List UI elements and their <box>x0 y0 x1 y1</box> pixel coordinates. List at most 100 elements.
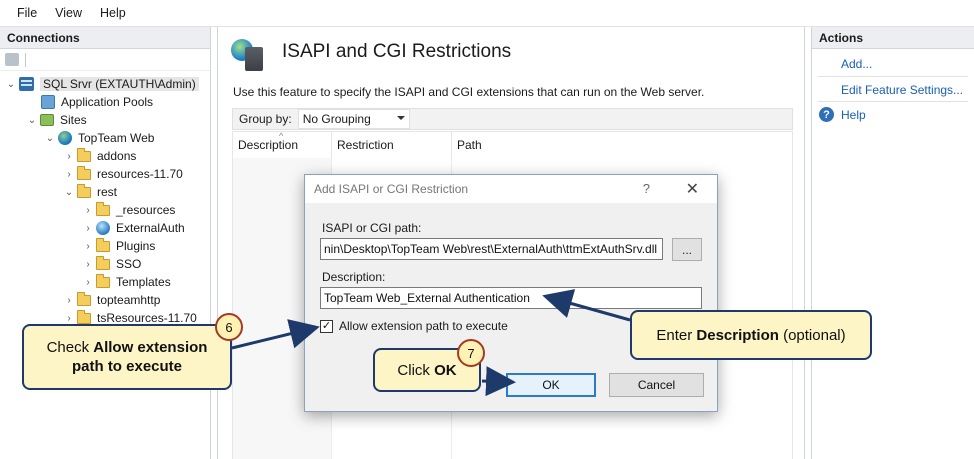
web-app-icon <box>96 221 110 235</box>
dialog-titlebar: Add ISAPI or CGI Restriction ? ✕ <box>305 175 717 203</box>
group-by-label: Group by: <box>239 112 292 126</box>
menu-file[interactable]: File <box>8 0 46 27</box>
folder-icon <box>77 165 91 180</box>
callout-step6-text: Check Allow extension path to execute <box>46 339 208 375</box>
tree-item-topteam-web[interactable]: ⌄ TopTeam Web <box>45 129 154 147</box>
chevron-right-icon[interactable]: › <box>83 259 93 270</box>
folder-icon <box>96 237 110 252</box>
folder-icon <box>77 147 91 162</box>
chevron-right-icon[interactable]: › <box>83 241 93 252</box>
description-input[interactable]: TopTeam Web_External Authentication <box>320 287 702 309</box>
tree-item-topteamhttp[interactable]: › topteamhttp <box>64 291 160 309</box>
folder-icon <box>96 255 110 270</box>
sort-up-icon: ^ <box>279 131 284 141</box>
tree-item-label: rest <box>97 185 118 199</box>
tree-item-sso[interactable]: › SSO <box>83 255 141 273</box>
tree-item-externalauth[interactable]: › ExternalAuth <box>83 219 185 237</box>
column-header-path[interactable]: Path <box>452 132 572 158</box>
tree-item-templates[interactable]: › Templates <box>83 273 171 291</box>
folder-icon <box>96 201 110 216</box>
chevron-right-icon[interactable]: › <box>64 313 74 324</box>
path-label: ISAPI or CGI path: <box>322 221 422 235</box>
tree-item-label: Sites <box>60 113 87 127</box>
tree-item-label: Templates <box>116 275 171 289</box>
tree-item-underscore-resources[interactable]: › _resources <box>83 201 175 219</box>
tree-item-label: SQL Srvr (EXTAUTH\Admin) <box>40 77 199 91</box>
help-icon[interactable]: ? <box>643 181 650 196</box>
menu-view[interactable]: View <box>46 0 91 27</box>
column-header-label: Path <box>457 138 482 152</box>
connections-title: Connections <box>0 27 210 49</box>
folder-icon <box>77 309 91 324</box>
chevron-right-icon[interactable]: › <box>64 295 74 306</box>
tree-item-rest[interactable]: ⌄ rest <box>64 183 117 201</box>
chevron-right-icon[interactable]: › <box>83 205 93 216</box>
sites-icon <box>40 114 54 126</box>
chevron-down-icon[interactable]: ⌄ <box>64 187 74 198</box>
chevron-right-icon[interactable]: › <box>64 169 74 180</box>
tree-item-resources[interactable]: › resources-11.70 <box>64 165 183 183</box>
connect-icon[interactable] <box>5 53 19 66</box>
help-link[interactable]: Help <box>841 108 866 122</box>
column-header-restriction[interactable]: Restriction <box>332 132 452 158</box>
edit-feature-settings-link[interactable]: Edit Feature Settings... <box>841 83 963 97</box>
tree-item-label: SSO <box>116 257 142 271</box>
close-icon[interactable]: ✕ <box>686 179 699 199</box>
callout-description-text: Enter Description (optional) <box>656 326 846 344</box>
actions-divider <box>818 101 968 102</box>
menu-help[interactable]: Help <box>91 0 135 27</box>
tree-item-label: TopTeam Web <box>78 131 155 145</box>
chevron-right-icon[interactable]: › <box>83 223 93 234</box>
group-by-bar: Group by: No Grouping <box>232 108 793 130</box>
path-input[interactable]: nin\Desktop\TopTeam Web\rest\ExternalAut… <box>320 238 663 260</box>
group-by-select[interactable]: No Grouping <box>297 109 410 129</box>
folder-icon <box>77 183 91 198</box>
chevron-down-icon[interactable]: ⌄ <box>6 79 16 90</box>
folder-icon <box>96 273 110 288</box>
add-link[interactable]: Add... <box>841 57 872 71</box>
dialog-title: Add ISAPI or CGI Restriction <box>314 182 469 196</box>
connections-panel: Connections ⌄ SQL Srvr (EXTAUTH\Admin) A… <box>0 27 211 459</box>
folder-icon <box>77 291 91 306</box>
tree-item-addons[interactable]: › addons <box>64 147 136 165</box>
actions-divider <box>818 76 968 77</box>
feature-description: Use this feature to specify the ISAPI an… <box>233 85 705 99</box>
isapi-cgi-icon <box>231 39 267 71</box>
allow-extension-label[interactable]: Allow extension path to execute <box>339 319 508 333</box>
callout-step7-text: Click OK <box>397 361 457 379</box>
cancel-button[interactable]: Cancel <box>609 373 704 397</box>
caret-down-icon <box>396 116 405 120</box>
tree-item-label: resources-11.70 <box>97 167 183 181</box>
actions-panel: Actions Add... Edit Feature Settings... … <box>811 27 974 459</box>
tree-item-application-pools[interactable]: Application Pools <box>41 93 153 111</box>
feature-header: ISAPI and CGI Restrictions <box>218 27 804 87</box>
tree-item-label: tsResources-11.70 <box>97 311 197 325</box>
column-header-description[interactable]: ^ Description <box>233 131 332 158</box>
column-header-label: Description <box>238 138 299 152</box>
group-by-value: No Grouping <box>302 112 371 126</box>
tree-item-label: Plugins <box>116 239 156 253</box>
actions-title: Actions <box>812 27 974 49</box>
chevron-down-icon[interactable]: ⌄ <box>45 133 55 144</box>
globe-icon <box>58 131 72 145</box>
tree-item-label: addons <box>97 149 137 163</box>
callout-step6: Check Allow extension path to execute <box>22 324 232 390</box>
tree-item-label: ExternalAuth <box>116 221 185 235</box>
column-header-label: Restriction <box>337 138 394 152</box>
menu-bar: File View Help <box>0 0 974 27</box>
tree-item-sites[interactable]: ⌄ Sites <box>27 111 87 129</box>
ok-button[interactable]: OK <box>506 373 596 397</box>
toolbar-separator <box>25 52 26 67</box>
help-icon[interactable]: ? <box>819 107 834 122</box>
chevron-right-icon[interactable]: › <box>83 277 93 288</box>
connections-toolbar <box>0 49 210 71</box>
app-pool-icon <box>41 95 55 109</box>
chevron-right-icon[interactable]: › <box>64 151 74 162</box>
tree-item-server[interactable]: ⌄ SQL Srvr (EXTAUTH\Admin) <box>6 75 199 93</box>
tree-item-plugins[interactable]: › Plugins <box>83 237 155 255</box>
allow-extension-checkbox[interactable]: ✓ <box>320 320 333 333</box>
server-icon <box>19 77 34 91</box>
browse-button[interactable]: ... <box>672 238 702 261</box>
tree-item-label: _resources <box>116 203 176 217</box>
chevron-down-icon[interactable]: ⌄ <box>27 115 37 126</box>
